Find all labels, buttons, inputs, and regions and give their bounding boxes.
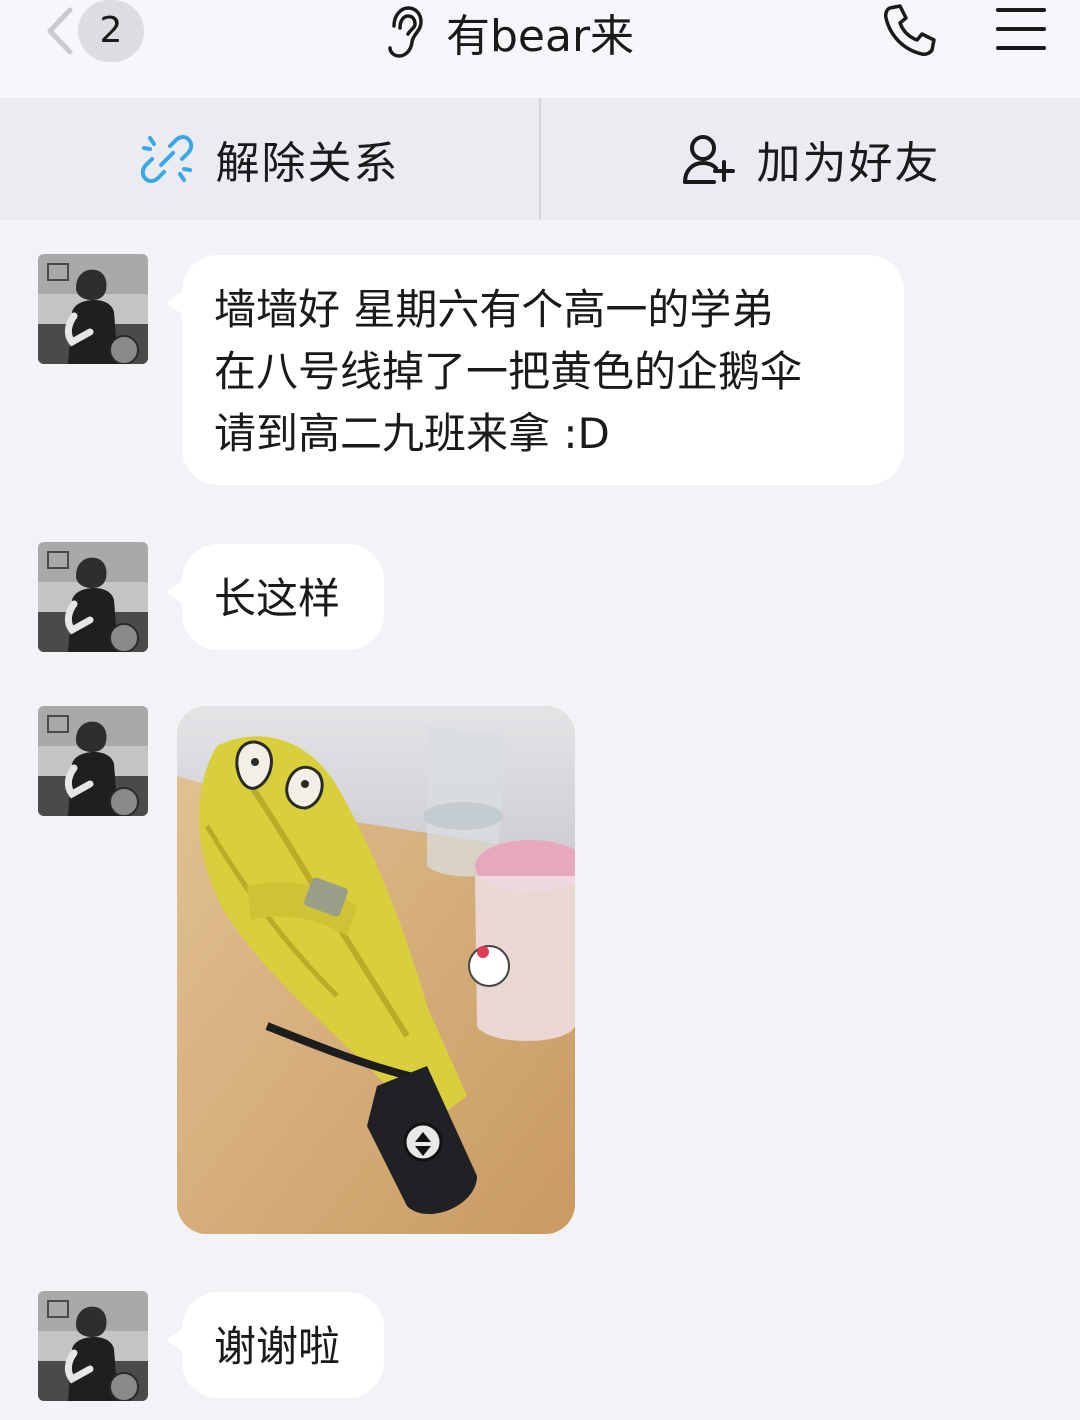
sender-avatar[interactable] bbox=[38, 706, 148, 816]
sender-avatar[interactable] bbox=[38, 254, 148, 364]
unlink-relationship-label: 解除关系 bbox=[215, 138, 400, 189]
message-bubble[interactable]: 谢谢啦 bbox=[166, 1292, 384, 1398]
relationship-action-strip: 解除关系 加为好友 bbox=[0, 98, 1080, 220]
avatar-image bbox=[38, 542, 148, 652]
unlink-relationship-button[interactable]: 解除关系 bbox=[0, 98, 539, 220]
chat-title: 有bear来 bbox=[446, 11, 635, 62]
ear-icon bbox=[388, 6, 423, 58]
message-text-line: 墙墙好 星期六有个高一的学弟 bbox=[214, 285, 774, 334]
avatar-image bbox=[38, 254, 148, 364]
chat-menu-button[interactable] bbox=[996, 6, 1046, 52]
chat-header: 2 有bear来 bbox=[0, 0, 1080, 98]
message-text-line: 请到高二九班来拿 :D bbox=[214, 409, 610, 458]
message-bubble[interactable]: 墙墙好 星期六有个高一的学弟 在八号线掉了一把黄色的企鹅伞 请到高二九班来拿 :… bbox=[166, 255, 904, 485]
message-bubble[interactable]: 长这样 bbox=[166, 544, 384, 650]
umbrella-photo bbox=[177, 706, 575, 1234]
back-button[interactable]: 2 bbox=[36, 0, 156, 70]
message-text-line: 长这样 bbox=[214, 574, 341, 623]
avatar-image bbox=[38, 1291, 148, 1401]
message-text-line: 在八号线掉了一把黄色的企鹅伞 bbox=[214, 347, 803, 396]
sender-avatar[interactable] bbox=[38, 1291, 148, 1401]
phone-icon bbox=[884, 4, 936, 56]
avatar-image bbox=[38, 706, 148, 816]
message-text-line: 谢谢啦 bbox=[214, 1322, 341, 1371]
add-friend-label: 加为好友 bbox=[756, 138, 941, 189]
sender-avatar[interactable] bbox=[38, 542, 148, 652]
chevron-left-icon bbox=[47, 7, 73, 55]
message-image[interactable] bbox=[177, 706, 575, 1234]
broken-link-icon bbox=[140, 135, 193, 183]
add-user-icon bbox=[682, 135, 735, 184]
voice-call-button[interactable] bbox=[882, 2, 938, 58]
chat-title-area[interactable]: 有bear来 bbox=[384, 0, 704, 64]
unread-count-badge: 2 bbox=[78, 0, 144, 62]
add-friend-button[interactable]: 加为好友 bbox=[541, 98, 1080, 220]
